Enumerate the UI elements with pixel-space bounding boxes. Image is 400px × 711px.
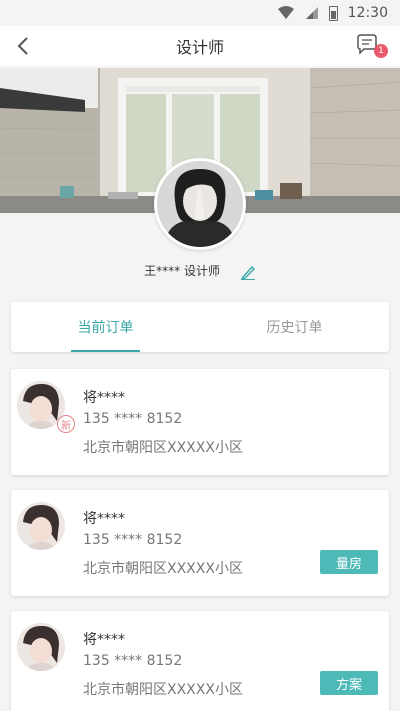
back-arrow-icon[interactable] [12, 34, 36, 58]
client-name: 将**** [83, 632, 125, 648]
designer-name: 王**** 设计师 [144, 264, 220, 278]
client-phone: 135 **** 8152 [83, 532, 183, 548]
designer-avatar[interactable] [154, 158, 246, 250]
client-portrait-image [17, 623, 65, 671]
designer-name-line: 王**** 设计师 [0, 262, 400, 280]
client-phone: 135 **** 8152 [83, 653, 183, 669]
design-plan-button[interactable]: 方案 [320, 671, 378, 695]
wifi-icon [277, 6, 294, 19]
client-portrait-image [17, 502, 65, 550]
designer-portrait-image [157, 161, 243, 247]
edit-pen-icon[interactable] [240, 264, 256, 280]
nav-bar: 设计师 1 [0, 26, 400, 66]
status-time: 12:30 [347, 5, 388, 21]
status-bar: 12:30 [0, 0, 400, 26]
battery-icon [328, 5, 338, 21]
client-address: 北京市朝阳区XXXXX小区 [83, 682, 243, 698]
page-title: 设计师 [175, 38, 224, 57]
measure-room-button[interactable]: 量房 [320, 550, 378, 574]
message-badge: 1 [374, 44, 388, 58]
client-avatar [17, 502, 65, 550]
client-avatar [17, 623, 65, 671]
order-card[interactable]: 将**** 135 **** 8152 北京市朝阳区XXXXX小区 量房 [11, 490, 389, 596]
order-tabs: 当前订单 历史订单 [11, 302, 389, 352]
client-address: 北京市朝阳区XXXXX小区 [83, 440, 243, 456]
signal-icon [305, 7, 318, 19]
client-name: 将**** [83, 390, 125, 406]
order-card[interactable]: 将**** 135 **** 8152 北京市朝阳区XXXXX小区 方案 [11, 611, 389, 711]
client-phone: 135 **** 8152 [83, 411, 183, 427]
new-tag: 新 [57, 415, 75, 433]
order-card[interactable]: 新 将**** 135 **** 8152 北京市朝阳区XXXXX小区 [11, 369, 389, 475]
client-address: 北京市朝阳区XXXXX小区 [83, 561, 243, 577]
tab-current-orders[interactable]: 当前订单 [11, 302, 200, 352]
tab-history-orders[interactable]: 历史订单 [200, 302, 389, 352]
client-name: 将**** [83, 511, 125, 527]
